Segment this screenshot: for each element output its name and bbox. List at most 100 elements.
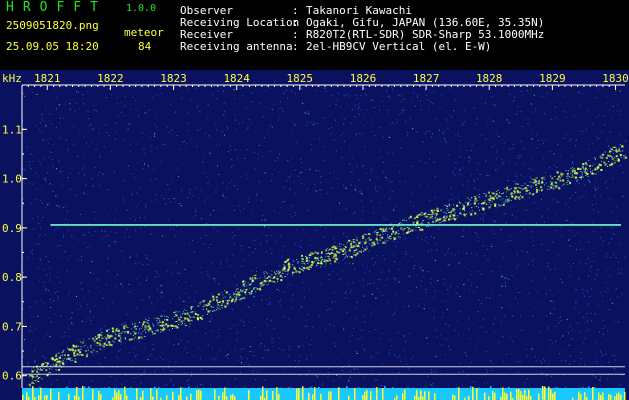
noise-speck — [306, 194, 308, 196]
noise-speck — [91, 235, 93, 236]
noise-speck — [395, 246, 397, 248]
trace-point — [471, 197, 472, 199]
trace-point — [510, 192, 513, 195]
noise-speck — [569, 275, 570, 277]
noise-speck — [207, 274, 209, 276]
trace-point — [516, 190, 519, 193]
noise-speck — [586, 313, 588, 315]
noise-speck — [598, 171, 599, 173]
trace-point — [448, 211, 451, 213]
trace-point — [250, 278, 253, 280]
noise-speck — [403, 335, 405, 337]
trace-point — [551, 177, 554, 180]
trace-point — [544, 178, 546, 180]
trace-point — [310, 264, 313, 266]
noise-speck — [66, 270, 68, 272]
trace-point — [178, 318, 181, 321]
noise-speck — [304, 112, 306, 114]
noise-speck — [325, 227, 327, 229]
noise-speck — [169, 365, 170, 367]
trace-point — [90, 347, 92, 349]
floor-peak — [62, 389, 64, 400]
trace-point — [579, 168, 582, 170]
noise-speck — [430, 278, 432, 280]
noise-speck — [224, 386, 226, 388]
noise-speck — [310, 121, 312, 123]
floor-peak — [320, 393, 322, 400]
noise-speck — [469, 159, 471, 161]
trace-point — [588, 160, 590, 161]
noise-speck — [50, 152, 52, 153]
noise-speck — [289, 214, 291, 215]
noise-speck — [580, 248, 582, 250]
trace-point — [486, 193, 487, 195]
trace-point — [146, 328, 148, 330]
trace-point — [176, 326, 179, 329]
noise-speck — [361, 343, 363, 345]
noise-speck — [169, 104, 171, 105]
noise-speck — [309, 168, 311, 170]
noise-speck — [447, 265, 449, 267]
noise-speck — [416, 227, 418, 229]
noise-speck — [388, 152, 390, 154]
noise-speck — [505, 285, 506, 287]
noise-speck — [505, 241, 507, 243]
noise-speck — [478, 189, 480, 191]
noise-speck — [173, 228, 174, 230]
noise-speck — [145, 205, 147, 207]
trace-point — [125, 324, 127, 326]
trace-point — [351, 245, 352, 247]
noise-speck — [377, 279, 379, 280]
trace-point — [384, 239, 386, 241]
trace-point — [36, 379, 38, 381]
noise-speck — [187, 197, 189, 199]
noise-speck — [592, 204, 594, 206]
noise-speck — [96, 279, 98, 281]
noise-speck — [296, 229, 298, 231]
trace-point — [381, 242, 383, 244]
trace-point — [327, 252, 330, 254]
noise-speck — [50, 321, 52, 323]
noise-speck — [459, 156, 461, 158]
noise-speck — [603, 290, 604, 292]
floor-peak — [334, 396, 336, 400]
noise-speck — [44, 207, 46, 209]
noise-speck — [187, 122, 189, 124]
noise-speck — [528, 292, 530, 294]
noise-speck — [356, 353, 358, 354]
noise-speck — [582, 386, 584, 388]
noise-speck — [412, 189, 414, 191]
noise-speck — [149, 355, 151, 356]
noise-speck — [584, 193, 586, 195]
noise-speck — [532, 185, 534, 186]
trace-point — [557, 186, 560, 189]
noise-speck — [263, 169, 265, 171]
trace-point — [336, 250, 338, 253]
trace-point — [163, 327, 165, 329]
noise-speck — [338, 262, 340, 264]
noise-speck — [180, 148, 182, 150]
noise-speck — [283, 201, 285, 203]
noise-speck — [311, 339, 313, 341]
floor-peak — [340, 390, 342, 400]
noise-speck — [582, 293, 584, 295]
noise-speck — [496, 207, 498, 209]
trace-point — [190, 306, 193, 309]
noise-speck — [500, 277, 502, 279]
trace-point — [67, 347, 69, 349]
floor-peak — [564, 395, 566, 400]
noise-speck — [29, 331, 31, 332]
noise-speck — [336, 178, 338, 180]
noise-speck — [468, 328, 470, 330]
noise-speck — [142, 168, 144, 170]
noise-speck — [454, 254, 456, 256]
noise-speck — [144, 112, 146, 114]
trace-point — [428, 218, 430, 220]
noise-speck — [498, 266, 500, 268]
noise-speck — [335, 119, 336, 121]
trace-point — [115, 334, 117, 336]
noise-speck — [508, 180, 510, 182]
noise-speck — [389, 306, 391, 308]
noise-speck — [226, 126, 228, 128]
noise-speck — [391, 345, 393, 347]
